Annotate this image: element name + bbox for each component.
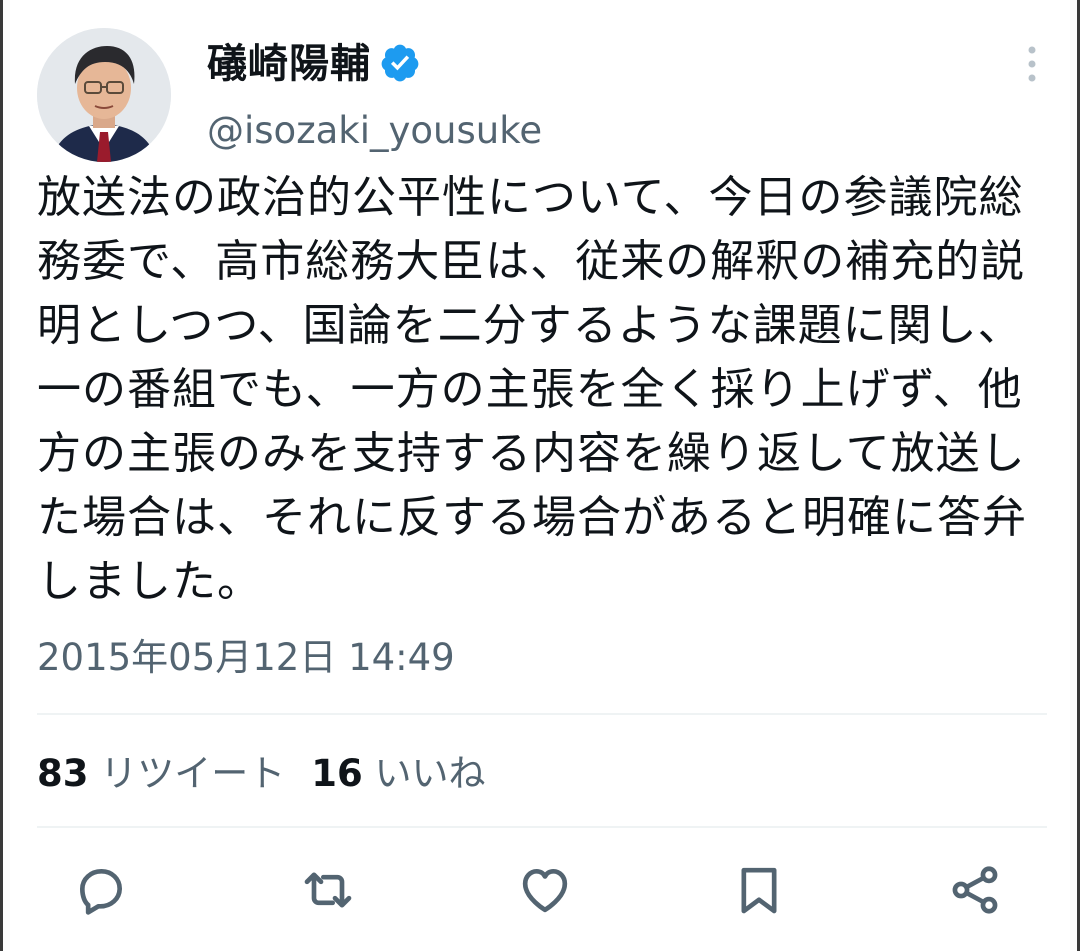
retweet-icon[interactable]: [300, 862, 356, 918]
heart-icon[interactable]: [517, 862, 573, 918]
engagement-stats: 83 リツイート 16 いいね: [37, 746, 486, 802]
display-name[interactable]: 礒崎陽輔: [207, 36, 371, 92]
retweet-stat[interactable]: 83 リツイート: [37, 752, 285, 795]
reply-icon[interactable]: [73, 862, 129, 918]
divider: [37, 826, 1047, 828]
avatar[interactable]: [37, 28, 171, 162]
user-handle[interactable]: @isozaki_yousuke: [207, 106, 542, 156]
share-icon[interactable]: [947, 862, 1003, 918]
verified-badge-icon: [379, 42, 421, 84]
avatar-image: [37, 28, 171, 162]
divider: [37, 713, 1047, 715]
like-label: いいね: [374, 752, 486, 795]
retweet-count: 83: [37, 752, 89, 795]
like-stat[interactable]: 16 いいね: [311, 752, 485, 795]
tweet-text: 放送法の政治的公平性について、今日の参議院総務委で、高市総務大臣は、従来の解釈の…: [37, 172, 1027, 607]
retweet-label: リツイート: [100, 752, 286, 795]
bookmark-icon[interactable]: [731, 862, 787, 918]
more-options-icon[interactable]: [1015, 44, 1049, 84]
tweet-detail: 礒崎陽輔 @isozaki_yousuke 放送法の政治的公平性について、今日の…: [0, 0, 1080, 951]
like-count: 16: [311, 752, 363, 795]
tweet-timestamp[interactable]: 2015年05月12日 14:49: [37, 630, 455, 686]
